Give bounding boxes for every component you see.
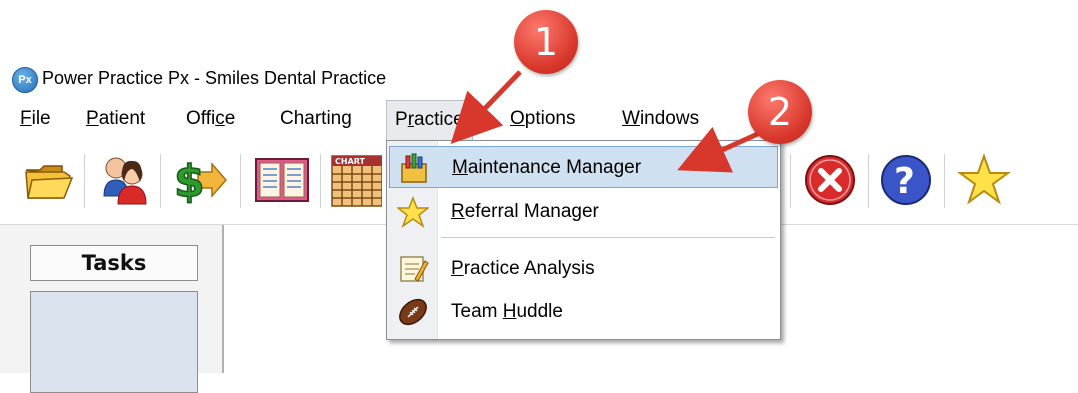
appointment-book-icon[interactable] bbox=[252, 150, 312, 210]
app-logo-icon: Px bbox=[12, 67, 38, 93]
window-title: Power Practice Px - Smiles Dental Practi… bbox=[42, 68, 387, 88]
toolbar-separator bbox=[868, 154, 869, 208]
tasks-list bbox=[30, 291, 198, 393]
menu-item-label: Referral Manager bbox=[451, 201, 599, 222]
toolbar-separator bbox=[240, 154, 241, 208]
menu-item-team-huddle[interactable]: Team Huddle bbox=[389, 291, 778, 333]
menu-item-referral-manager[interactable]: Referral Manager bbox=[389, 191, 778, 233]
tasks-header[interactable]: Tasks bbox=[30, 245, 198, 281]
open-folder-icon[interactable] bbox=[18, 150, 78, 210]
menu-windows[interactable]: Windows bbox=[614, 100, 707, 138]
menu-item-label: Maintenance Manager bbox=[452, 157, 642, 178]
menu-office[interactable]: Office bbox=[178, 100, 243, 138]
callout-badge-1: 1 bbox=[514, 10, 578, 74]
toolbar-separator bbox=[320, 154, 321, 208]
menu-item-maintenance-manager[interactable]: Maintenance Manager bbox=[389, 146, 778, 188]
menu-file[interactable]: File bbox=[12, 100, 59, 138]
menu-practice[interactable]: Practice bbox=[386, 100, 473, 142]
maintenance-icon bbox=[398, 152, 430, 184]
help-icon[interactable]: ? bbox=[876, 150, 936, 210]
svg-text:?: ? bbox=[894, 161, 915, 202]
football-icon bbox=[397, 296, 429, 328]
analysis-icon bbox=[397, 253, 429, 285]
toolbar-separator bbox=[944, 154, 945, 208]
money-transfer-icon[interactable]: $ bbox=[170, 150, 230, 210]
menu-item-label: Team Huddle bbox=[451, 301, 563, 322]
chart-icon[interactable]: CHART bbox=[326, 150, 382, 210]
close-icon[interactable] bbox=[800, 150, 860, 210]
menu-options[interactable]: Options bbox=[502, 100, 583, 138]
svg-text:$: $ bbox=[174, 156, 205, 207]
menu-patient[interactable]: Patient bbox=[78, 100, 153, 138]
star-icon bbox=[395, 195, 431, 228]
favorites-star-icon[interactable] bbox=[954, 150, 1014, 210]
menu-separator bbox=[441, 237, 775, 241]
svg-text:CHART: CHART bbox=[335, 157, 366, 166]
toolbar-separator bbox=[84, 154, 85, 208]
callout-badge-2: 2 bbox=[748, 80, 812, 144]
menu-item-label: Practice Analysis bbox=[451, 258, 595, 279]
menu-bar: File Patient Office Charting Practice Op… bbox=[0, 100, 1078, 142]
left-pane: Tasks bbox=[0, 225, 224, 393]
practice-menu: Maintenance Manager Referral Manager Pra… bbox=[386, 140, 781, 340]
menu-charting[interactable]: Charting bbox=[272, 100, 360, 138]
toolbar-separator bbox=[160, 154, 161, 208]
patients-icon[interactable] bbox=[94, 150, 154, 210]
toolbar-separator bbox=[790, 154, 791, 208]
menu-item-practice-analysis[interactable]: Practice Analysis bbox=[389, 248, 778, 290]
